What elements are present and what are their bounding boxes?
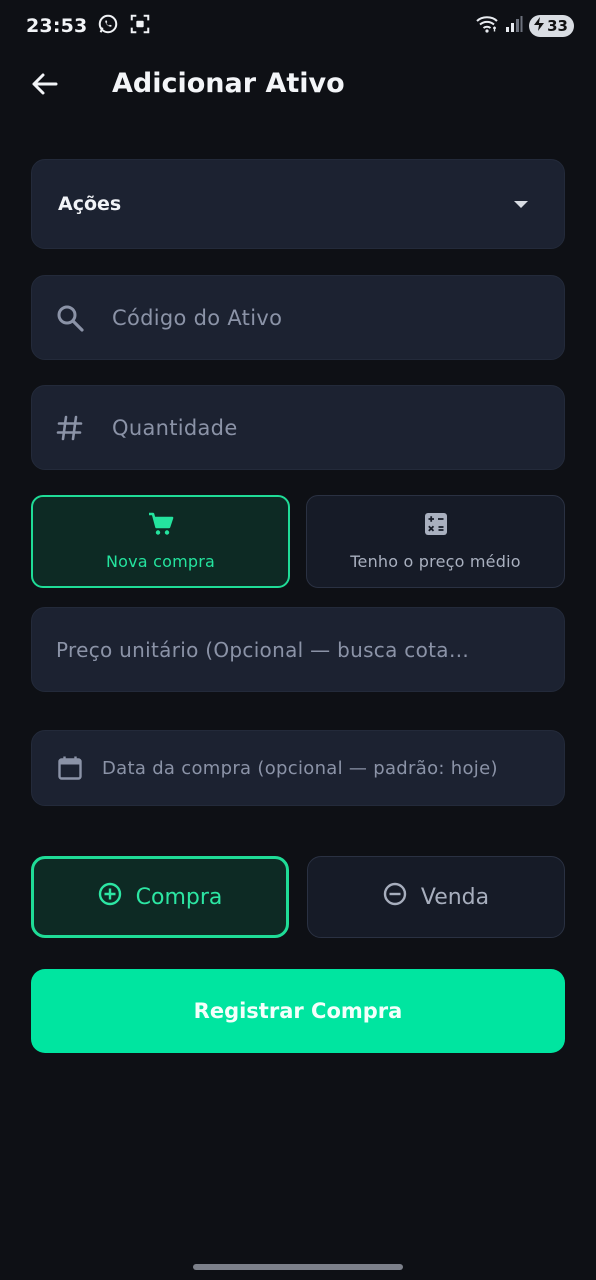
unit-price-input[interactable] bbox=[56, 637, 540, 662]
cart-icon bbox=[148, 512, 174, 540]
status-left: 23:53 bbox=[26, 13, 151, 39]
home-indicator[interactable] bbox=[193, 1264, 403, 1270]
status-time: 23:53 bbox=[26, 15, 88, 37]
page-title: Adicionar Ativo bbox=[112, 68, 345, 99]
operation-buy-label: Compra bbox=[135, 884, 223, 910]
purchase-date-field[interactable] bbox=[31, 730, 565, 806]
ticker-input[interactable] bbox=[112, 305, 542, 330]
register-purchase-button[interactable]: Registrar Compra bbox=[31, 969, 565, 1053]
status-right: 33 bbox=[475, 14, 574, 38]
operation-buy-button[interactable]: Compra bbox=[31, 856, 289, 938]
app-header: Adicionar Ativo bbox=[0, 58, 596, 114]
mode-new-purchase-button[interactable]: Nova compra bbox=[31, 495, 290, 588]
quantity-field[interactable] bbox=[31, 385, 565, 470]
mode-average-price-button[interactable]: Tenho o preço médio bbox=[306, 495, 565, 588]
back-button[interactable] bbox=[26, 70, 62, 102]
asset-type-value: Ações bbox=[58, 193, 122, 215]
mode-new-purchase-label: Nova compra bbox=[105, 552, 216, 571]
calculator-icon bbox=[424, 512, 448, 540]
screen-record-icon bbox=[129, 13, 151, 39]
operation-sell-label: Venda bbox=[420, 884, 490, 910]
quantity-input[interactable] bbox=[112, 415, 542, 440]
battery-charging-icon bbox=[533, 16, 545, 36]
unit-price-field[interactable] bbox=[31, 607, 565, 692]
caret-down-icon bbox=[514, 200, 528, 208]
battery-indicator: 33 bbox=[529, 15, 574, 37]
status-bar: 23:53 33 bbox=[0, 0, 596, 52]
search-icon bbox=[54, 303, 86, 333]
purchase-date-input[interactable] bbox=[102, 757, 542, 779]
mode-average-price-label: Tenho o preço médio bbox=[350, 552, 521, 571]
wifi-icon bbox=[475, 14, 499, 38]
minus-circle-icon bbox=[383, 882, 407, 912]
signal-icon bbox=[505, 15, 523, 37]
ticker-field[interactable] bbox=[31, 275, 565, 360]
battery-level: 33 bbox=[547, 17, 568, 35]
asset-type-select[interactable]: Ações bbox=[31, 159, 565, 249]
plus-circle-icon bbox=[98, 882, 122, 912]
hash-icon bbox=[54, 414, 86, 442]
operation-sell-button[interactable]: Venda bbox=[307, 856, 565, 938]
calendar-icon bbox=[54, 755, 86, 781]
arrow-left-icon bbox=[30, 72, 58, 100]
whatsapp-icon bbox=[97, 13, 119, 39]
